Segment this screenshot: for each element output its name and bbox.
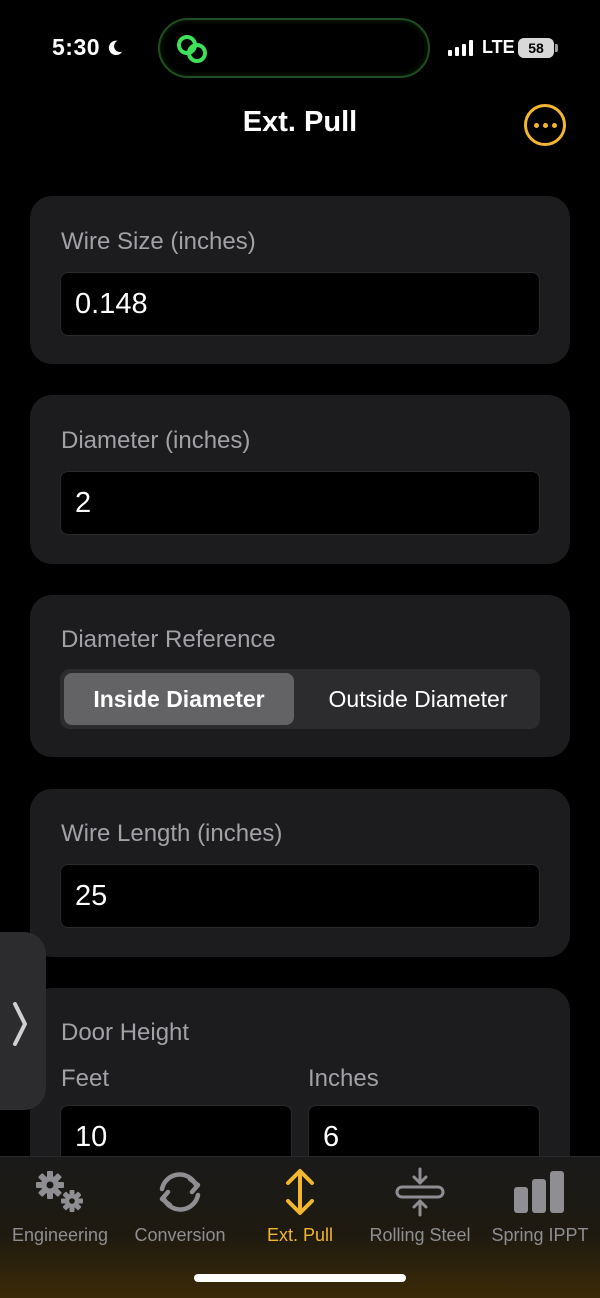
bar-chart-icon: [514, 1171, 564, 1213]
moon-icon: [108, 40, 123, 55]
side-drawer-handle[interactable]: [0, 932, 46, 1110]
more-options-button[interactable]: [524, 104, 566, 146]
tab-conversion[interactable]: Conversion: [120, 1167, 240, 1246]
diameter-card: Diameter (inches) 2: [30, 395, 570, 564]
outside-diameter-segment[interactable]: Outside Diameter: [300, 673, 536, 725]
status-time: 5:30: [52, 34, 124, 61]
wire-length-input[interactable]: 25: [60, 864, 540, 928]
tab-label: Rolling Steel: [369, 1225, 471, 1245]
time-text: 5:30: [52, 34, 101, 60]
tab-spring-ippt[interactable]: Spring IPPT: [480, 1167, 600, 1246]
tab-label: Conversion: [134, 1225, 226, 1245]
tab-ext-pull[interactable]: Ext. Pull: [240, 1167, 360, 1246]
inches-label: Inches: [308, 1065, 379, 1092]
ellipsis-circle-icon: [533, 122, 539, 128]
network-type: LTE: [482, 37, 515, 57]
compress-icon: [395, 1167, 445, 1217]
home-indicator[interactable]: [194, 1274, 406, 1282]
wire-size-label: Wire Size (inches): [61, 228, 256, 255]
door-height-label: Door Height: [61, 1019, 190, 1046]
vertical-arrows-icon: [286, 1169, 314, 1215]
status-bar: 5:30 LTE 58: [0, 0, 600, 100]
wire-length-card: Wire Length (inches) 25: [30, 789, 570, 957]
signal-icon: [448, 40, 473, 56]
battery-icon: 58: [518, 38, 558, 58]
link-chain-icon: [177, 35, 207, 63]
diameter-reference-label: Diameter Reference: [61, 626, 276, 653]
chevron-right-icon: [13, 1002, 27, 1046]
refresh-icon: [159, 1172, 201, 1212]
wire-size-input[interactable]: 0.148: [60, 272, 540, 336]
tab-label: Engineering: [11, 1225, 109, 1245]
diameter-label: Diameter (inches): [61, 427, 251, 454]
page-title: Ext. Pull: [242, 106, 358, 138]
tab-label: Ext. Pull: [266, 1225, 334, 1245]
feet-label: Feet: [61, 1065, 110, 1092]
diameter-reference-card: Diameter Reference Inside Diameter Outsi…: [30, 595, 570, 757]
dynamic-island: [158, 18, 430, 78]
app-screen: 5:30 LTE 58 Ext. Pull Wire Size (inches)…: [0, 0, 600, 1298]
tab-label: Spring IPPT: [491, 1225, 589, 1245]
inside-diameter-segment[interactable]: Inside Diameter: [64, 673, 294, 725]
wire-size-card: Wire Size (inches) 0.148: [30, 196, 570, 364]
gears-icon: [36, 1171, 83, 1212]
tab-engineering[interactable]: Engineering: [0, 1167, 120, 1246]
diameter-input[interactable]: 2: [60, 471, 540, 535]
wire-length-label: Wire Length (inches): [61, 820, 283, 847]
tab-rolling-steel[interactable]: Rolling Steel: [360, 1167, 480, 1246]
diameter-reference-segmented-control: Inside Diameter Outside Diameter: [60, 669, 540, 729]
